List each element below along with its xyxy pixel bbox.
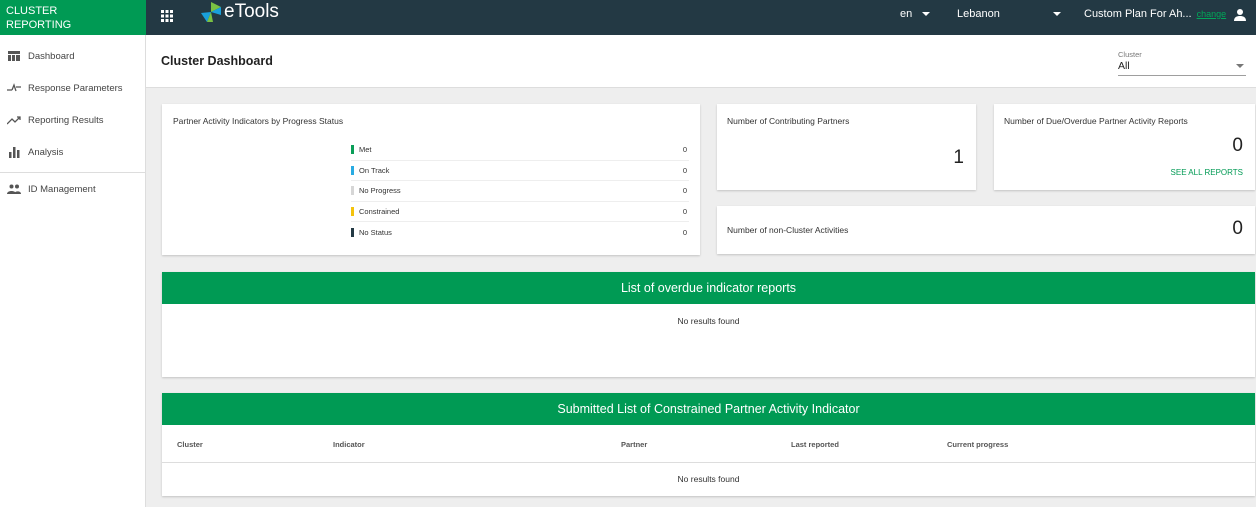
chevron-down-icon xyxy=(1053,12,1061,16)
etools-logo-icon xyxy=(201,2,221,22)
constrained-indicators-panel: Submitted List of Constrained Partner Ac… xyxy=(162,393,1255,496)
contributing-partners-card: Number of Contributing Partners 1 xyxy=(717,104,976,190)
status-label: No Status xyxy=(359,227,392,237)
status-row-on-track: On Track 0 xyxy=(351,161,689,181)
response-parameters-icon xyxy=(7,81,21,95)
card-title: Number of Due/Overdue Partner Activity R… xyxy=(1004,116,1188,126)
column-header-cluster[interactable]: Cluster xyxy=(177,440,203,449)
card-title: Partner Activity Indicators by Progress … xyxy=(173,116,344,126)
see-all-reports-link[interactable]: SEE ALL REPORTS xyxy=(1171,168,1243,177)
panel-header: Submitted List of Constrained Partner Ac… xyxy=(162,393,1255,425)
sidebar-item-analysis[interactable]: Analysis xyxy=(0,136,145,168)
status-swatch xyxy=(351,165,354,175)
progress-status-card: Partner Activity Indicators by Progress … xyxy=(162,104,700,255)
status-row-constrained: Constrained 0 xyxy=(351,202,689,222)
sidebar-item-label: Response Parameters xyxy=(28,82,123,94)
status-row-no-progress: No Progress 0 xyxy=(351,181,689,202)
plan-selector: Custom Plan For Ah... change xyxy=(1084,8,1226,20)
dashboard-icon xyxy=(7,49,21,63)
cluster-dropdown-label: Cluster xyxy=(1118,50,1142,59)
language-dropdown[interactable]: en xyxy=(900,8,931,20)
overdue-reports-panel: List of overdue indicator reports No res… xyxy=(162,272,1255,377)
chevron-down-icon xyxy=(1236,64,1244,68)
chevron-down-icon xyxy=(922,12,931,16)
apps-grid-icon[interactable] xyxy=(160,9,174,23)
cluster-dropdown[interactable]: Cluster All xyxy=(1118,50,1246,76)
status-swatch xyxy=(351,227,354,237)
column-header-indicator[interactable]: Indicator xyxy=(333,440,365,449)
table-header: Cluster Indicator Partner Last reported … xyxy=(162,425,1255,463)
status-count: 0 xyxy=(682,165,687,175)
status-label: Met xyxy=(359,145,372,155)
due-overdue-reports-card: Number of Due/Overdue Partner Activity R… xyxy=(994,104,1255,190)
status-row-met: Met 0 xyxy=(351,140,689,161)
etools-logo[interactable]: eTools xyxy=(200,1,279,23)
column-header-current-progress[interactable]: Current progress xyxy=(947,440,1008,449)
column-header-partner[interactable]: Partner xyxy=(621,440,647,449)
change-plan-link[interactable]: change xyxy=(1197,9,1227,19)
sidebar-item-reporting-results[interactable]: Reporting Results xyxy=(0,104,145,136)
language-value: en xyxy=(900,8,913,20)
status-swatch xyxy=(351,145,354,155)
cluster-dropdown-value: All xyxy=(1118,60,1130,72)
contributing-partners-count: 1 xyxy=(953,147,964,168)
country-value: Lebanon xyxy=(957,8,1000,20)
sidebar-item-label: Analysis xyxy=(28,146,64,158)
sidebar-item-response-parameters[interactable]: Response Parameters xyxy=(0,72,145,104)
non-cluster-activities-count: 0 xyxy=(1232,218,1243,239)
status-count: 0 xyxy=(682,206,687,216)
brand-line-2: REPORTING xyxy=(6,18,72,31)
top-app-bar: CLUSTER REPORTING eTools en Lebanon Cust… xyxy=(0,0,1256,35)
user-icon[interactable] xyxy=(1233,8,1247,22)
brand-line-1: CLUSTER xyxy=(6,4,58,17)
due-overdue-reports-count: 0 xyxy=(1232,135,1243,156)
non-cluster-activities-card: Number of non-Cluster Activities 0 xyxy=(717,206,1255,254)
app-brand[interactable]: CLUSTER REPORTING xyxy=(0,0,146,35)
trending-up-icon xyxy=(7,113,21,127)
status-label: No Progress xyxy=(359,186,401,196)
logo-text: eTools xyxy=(224,1,279,22)
column-header-last-reported[interactable]: Last reported xyxy=(791,440,839,449)
card-title: Number of Contributing Partners xyxy=(727,116,850,126)
status-swatch xyxy=(351,186,354,196)
status-row-no-status: No Status 0 xyxy=(351,222,689,243)
progress-status-legend: Met 0 On Track 0 No Progress 0 Constrain… xyxy=(351,140,689,243)
empty-message: No results found xyxy=(677,474,740,484)
plan-name: Custom Plan For Ah... xyxy=(1084,8,1192,20)
bar-chart-icon xyxy=(7,145,21,159)
status-count: 0 xyxy=(682,227,687,237)
sidebar-item-label: Dashboard xyxy=(28,50,75,62)
people-icon xyxy=(7,182,21,196)
sidebar-item-id-management[interactable]: ID Management xyxy=(0,173,145,205)
page-header: Cluster Dashboard Cluster All xyxy=(146,35,1256,88)
status-count: 0 xyxy=(682,186,687,196)
status-label: On Track xyxy=(359,165,390,175)
status-swatch xyxy=(351,206,354,216)
country-dropdown[interactable]: Lebanon xyxy=(957,8,1061,20)
sidebar-item-dashboard[interactable]: Dashboard xyxy=(0,40,145,72)
panel-header: List of overdue indicator reports xyxy=(162,272,1255,304)
page-title: Cluster Dashboard xyxy=(161,54,273,68)
empty-message: No results found xyxy=(677,316,740,326)
sidebar-item-label: Reporting Results xyxy=(28,114,104,126)
sidebar-nav: Dashboard Response Parameters Reporting … xyxy=(0,35,146,507)
status-count: 0 xyxy=(682,145,687,155)
status-label: Constrained xyxy=(359,206,400,216)
card-title: Number of non-Cluster Activities xyxy=(727,225,849,235)
sidebar-item-label: ID Management xyxy=(28,183,96,195)
